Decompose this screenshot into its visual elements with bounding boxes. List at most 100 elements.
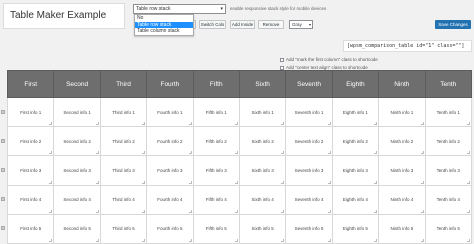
resize-grip-icon[interactable] — [95, 122, 99, 126]
resize-grip-icon[interactable] — [281, 239, 285, 242]
resize-grip-icon[interactable] — [420, 239, 424, 242]
table-cell[interactable]: Tenth info 2 — [424, 126, 473, 157]
table-cell[interactable]: Third info 5 — [99, 213, 148, 244]
resize-grip-icon[interactable] — [467, 151, 470, 155]
table-cell[interactable]: First info 1 — [6, 96, 55, 128]
table-cell[interactable]: Ninth info 1 — [378, 96, 426, 128]
table-cell[interactable]: Tenth info 1 — [424, 96, 473, 128]
resize-grip-icon[interactable] — [327, 151, 331, 155]
table-cell[interactable]: Seventh info 5 — [285, 213, 333, 244]
resize-grip-icon[interactable] — [142, 239, 146, 242]
table-cell[interactable]: Eighth info 4 — [331, 184, 380, 215]
resize-grip-icon[interactable] — [374, 151, 378, 155]
header-cell[interactable]: Fourth — [146, 70, 194, 98]
resize-grip-icon[interactable] — [420, 209, 424, 213]
table-cell[interactable]: Sixth info 5 — [238, 213, 287, 244]
table-cell[interactable]: First info 4 — [6, 184, 55, 215]
resize-grip-icon[interactable] — [420, 180, 424, 184]
resize-grip-icon[interactable] — [49, 239, 53, 242]
table-cell[interactable]: Ninth info 2 — [378, 126, 426, 157]
resize-grip-icon[interactable] — [281, 180, 285, 184]
row-drag-handle[interactable] — [1, 110, 5, 114]
table-cell[interactable]: Fourth info 1 — [146, 96, 194, 128]
resize-grip-icon[interactable] — [467, 239, 470, 242]
resize-grip-icon[interactable] — [467, 180, 470, 184]
table-cell[interactable]: Second info 2 — [53, 126, 101, 157]
resize-grip-icon[interactable] — [327, 180, 331, 184]
table-cell[interactable]: Sixth info 4 — [238, 184, 287, 215]
table-cell[interactable]: Third info 4 — [99, 184, 148, 215]
resize-grip-icon[interactable] — [95, 151, 99, 155]
table-cell[interactable]: Sixth info 3 — [238, 155, 287, 186]
resize-grip-icon[interactable] — [49, 122, 53, 126]
resize-grip-icon[interactable] — [95, 209, 99, 213]
table-cell[interactable]: Fourth info 3 — [146, 155, 194, 186]
table-cell[interactable]: Eighth info 3 — [331, 155, 380, 186]
table-cell[interactable]: Sixth info 1 — [238, 96, 287, 128]
table-cell[interactable]: Seventh info 4 — [285, 184, 333, 215]
table-cell[interactable]: Seventh info 3 — [285, 155, 333, 186]
table-cell[interactable]: Third info 3 — [99, 155, 148, 186]
resize-grip-icon[interactable] — [467, 122, 470, 126]
header-cell[interactable]: Seventh — [285, 70, 333, 98]
table-cell[interactable]: Fifth info 5 — [192, 213, 240, 244]
resize-grip-icon[interactable] — [95, 180, 99, 184]
table-cell[interactable]: Second info 4 — [53, 184, 101, 215]
resize-grip-icon[interactable] — [420, 122, 424, 126]
stack-option-column[interactable]: Table column stack — [135, 28, 193, 35]
header-cell[interactable]: First — [6, 70, 55, 98]
resize-grip-icon[interactable] — [374, 180, 378, 184]
table-cell[interactable]: Fifth info 2 — [192, 126, 240, 157]
resize-grip-icon[interactable] — [49, 209, 53, 213]
header-cell[interactable]: Third — [99, 70, 148, 98]
table-cell[interactable]: First info 3 — [6, 155, 55, 186]
row-drag-handle[interactable] — [1, 168, 5, 172]
color-select[interactable]: Gray ▾ — [289, 20, 313, 29]
shortcode-field[interactable]: [wpsm_comparison_table id="1" class=""] — [343, 40, 472, 52]
table-cell[interactable]: Fourth info 4 — [146, 184, 194, 215]
first-column-option[interactable]: Add "mark the first column" class to sho… — [280, 56, 378, 63]
table-cell[interactable]: Fifth info 3 — [192, 155, 240, 186]
header-cell[interactable]: Eighth — [331, 70, 380, 98]
table-cell[interactable]: Ninth info 3 — [378, 155, 426, 186]
resize-grip-icon[interactable] — [374, 239, 378, 242]
table-cell[interactable]: Fourth info 5 — [146, 213, 194, 244]
table-cell[interactable]: Eighth info 5 — [331, 213, 380, 244]
table-cell[interactable]: Sixth info 2 — [238, 126, 287, 157]
table-cell[interactable]: Second info 5 — [53, 213, 101, 244]
table-cell[interactable]: Tenth info 5 — [424, 213, 473, 244]
resize-grip-icon[interactable] — [142, 180, 146, 184]
save-changes-button[interactable]: Save Changes — [435, 20, 471, 29]
table-cell[interactable]: Ninth info 4 — [378, 184, 426, 215]
table-cell[interactable]: Tenth info 4 — [424, 184, 473, 215]
table-title-input[interactable]: Table Maker Example — [3, 3, 125, 29]
resize-grip-icon[interactable] — [234, 180, 238, 184]
resize-grip-icon[interactable] — [142, 151, 146, 155]
table-cell[interactable]: First info 5 — [6, 213, 55, 244]
resize-grip-icon[interactable] — [234, 122, 238, 126]
table-cell[interactable]: Eighth info 1 — [331, 96, 380, 128]
remove-button[interactable]: Remove — [258, 20, 284, 29]
resize-grip-icon[interactable] — [188, 122, 192, 126]
table-cell[interactable]: Ninth info 5 — [378, 213, 426, 244]
header-cell[interactable]: Sixth — [238, 70, 287, 98]
resize-grip-icon[interactable] — [188, 151, 192, 155]
resize-grip-icon[interactable] — [327, 239, 331, 242]
resize-grip-icon[interactable] — [281, 151, 285, 155]
resize-grip-icon[interactable] — [188, 209, 192, 213]
resize-grip-icon[interactable] — [188, 180, 192, 184]
switch-cols-button[interactable]: Switch Cols — [199, 20, 226, 29]
table-cell[interactable]: Second info 1 — [53, 96, 101, 128]
table-cell[interactable]: Fourth info 2 — [146, 126, 194, 157]
resize-grip-icon[interactable] — [327, 209, 331, 213]
table-cell[interactable]: Eighth info 2 — [331, 126, 380, 157]
resize-grip-icon[interactable] — [281, 122, 285, 126]
table-cell[interactable]: Third info 1 — [99, 96, 148, 128]
first-column-checkbox[interactable] — [280, 57, 284, 62]
table-cell[interactable]: Seventh info 2 — [285, 126, 333, 157]
resize-grip-icon[interactable] — [95, 239, 99, 242]
resize-grip-icon[interactable] — [467, 209, 470, 213]
resize-grip-icon[interactable] — [234, 239, 238, 242]
resize-grip-icon[interactable] — [374, 122, 378, 126]
resize-grip-icon[interactable] — [234, 151, 238, 155]
